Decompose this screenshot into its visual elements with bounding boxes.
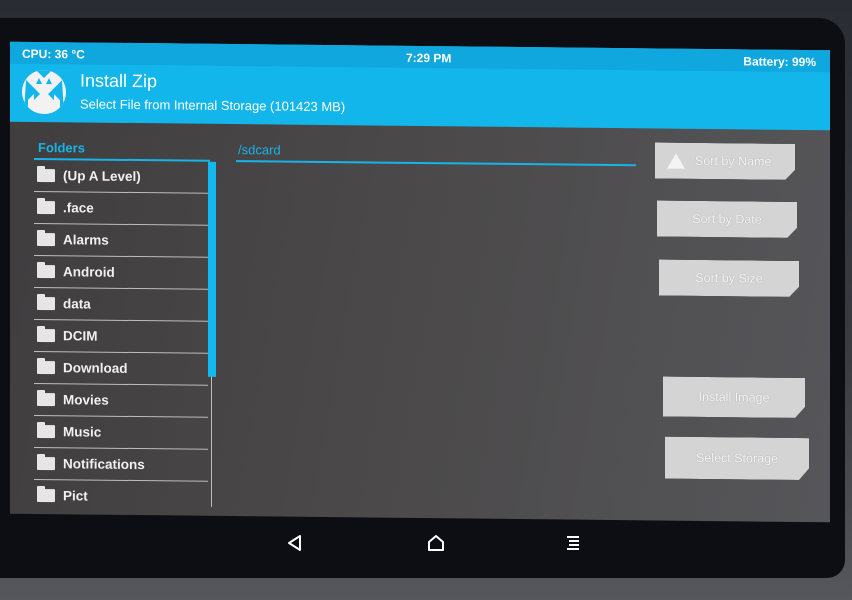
status-bar: CPU: 36 °C 7:29 PM Battery: 99% [10, 41, 830, 73]
page-subtitle: Select File from Internal Storage (10142… [80, 96, 346, 115]
folder-list[interactable]: (Up A Level) .face Alarms Android data D… [34, 159, 208, 507]
sort-by-size-button[interactable]: Sort by Size [659, 260, 799, 297]
home-icon [428, 535, 444, 551]
folder-icon [37, 200, 55, 215]
folder-icon [37, 424, 55, 439]
folder-label: Music [63, 424, 102, 440]
folder-label: Alarms [63, 232, 109, 248]
menu-icon [567, 536, 579, 550]
folder-item-face[interactable]: .face [34, 191, 208, 226]
folder-icon [37, 168, 55, 183]
file-list[interactable] [236, 164, 636, 508]
navigation-bar [0, 518, 845, 578]
folder-item-download[interactable]: Download [34, 351, 208, 386]
install-image-button[interactable]: Install Image [663, 377, 805, 418]
header: CPU: 36 °C 7:29 PM Battery: 99% Install … [10, 41, 830, 131]
menu-button[interactable] [558, 528, 588, 558]
folder-label: Android [63, 264, 115, 280]
folder-item-notifications[interactable]: Notifications [34, 447, 208, 482]
folder-item-music[interactable]: Music [34, 415, 208, 450]
clock: 7:29 PM [406, 50, 452, 66]
folder-label: Movies [63, 392, 109, 408]
current-path: /sdcard [238, 142, 281, 158]
sort-by-name-button[interactable]: Sort by Name [655, 142, 795, 179]
battery-level: Battery: 99% [743, 54, 816, 70]
folder-label: .face [63, 200, 94, 216]
sort-by-name-label: Sort by Name [695, 153, 772, 169]
folder-icon [37, 264, 55, 279]
home-button[interactable] [421, 528, 451, 558]
folder-icon [37, 392, 55, 407]
folders-heading: Folders [38, 139, 85, 156]
back-button[interactable] [280, 528, 310, 558]
sort-by-date-button[interactable]: Sort by Date [657, 200, 797, 237]
folder-item-data[interactable]: data [34, 287, 208, 322]
folder-item-dcim[interactable]: DCIM [34, 319, 208, 354]
twrp-logo-icon [22, 69, 66, 115]
folder-item-pictures[interactable]: Pict [34, 479, 208, 507]
folder-label: DCIM [63, 328, 98, 344]
folder-label: Notifications [63, 456, 145, 473]
back-icon [288, 535, 301, 551]
folder-icon [37, 232, 55, 247]
page-title: Install Zip [80, 70, 158, 92]
folder-icon [37, 488, 55, 503]
folder-scrollbar-thumb[interactable] [208, 161, 216, 377]
folder-label: Pict [63, 488, 88, 504]
select-storage-button[interactable]: Select Storage [665, 437, 809, 481]
folder-icon [37, 296, 55, 311]
folder-icon [37, 360, 55, 375]
folder-label: Download [63, 360, 128, 376]
tablet-device: CPU: 36 °C 7:29 PM Battery: 99% Install … [0, 18, 845, 578]
cpu-temperature: CPU: 36 °C [22, 46, 85, 62]
folder-icon [37, 328, 55, 343]
folder-item-movies[interactable]: Movies [34, 383, 208, 418]
folder-item-alarms[interactable]: Alarms [34, 223, 208, 258]
twrp-screen: CPU: 36 °C 7:29 PM Battery: 99% Install … [10, 41, 830, 523]
sort-ascending-icon [667, 153, 685, 168]
folder-item-android[interactable]: Android [34, 255, 208, 290]
folder-label: data [63, 296, 91, 312]
folder-icon [37, 456, 55, 471]
folder-label: (Up A Level) [63, 168, 141, 185]
folder-item-up-a-level[interactable]: (Up A Level) [34, 159, 208, 194]
